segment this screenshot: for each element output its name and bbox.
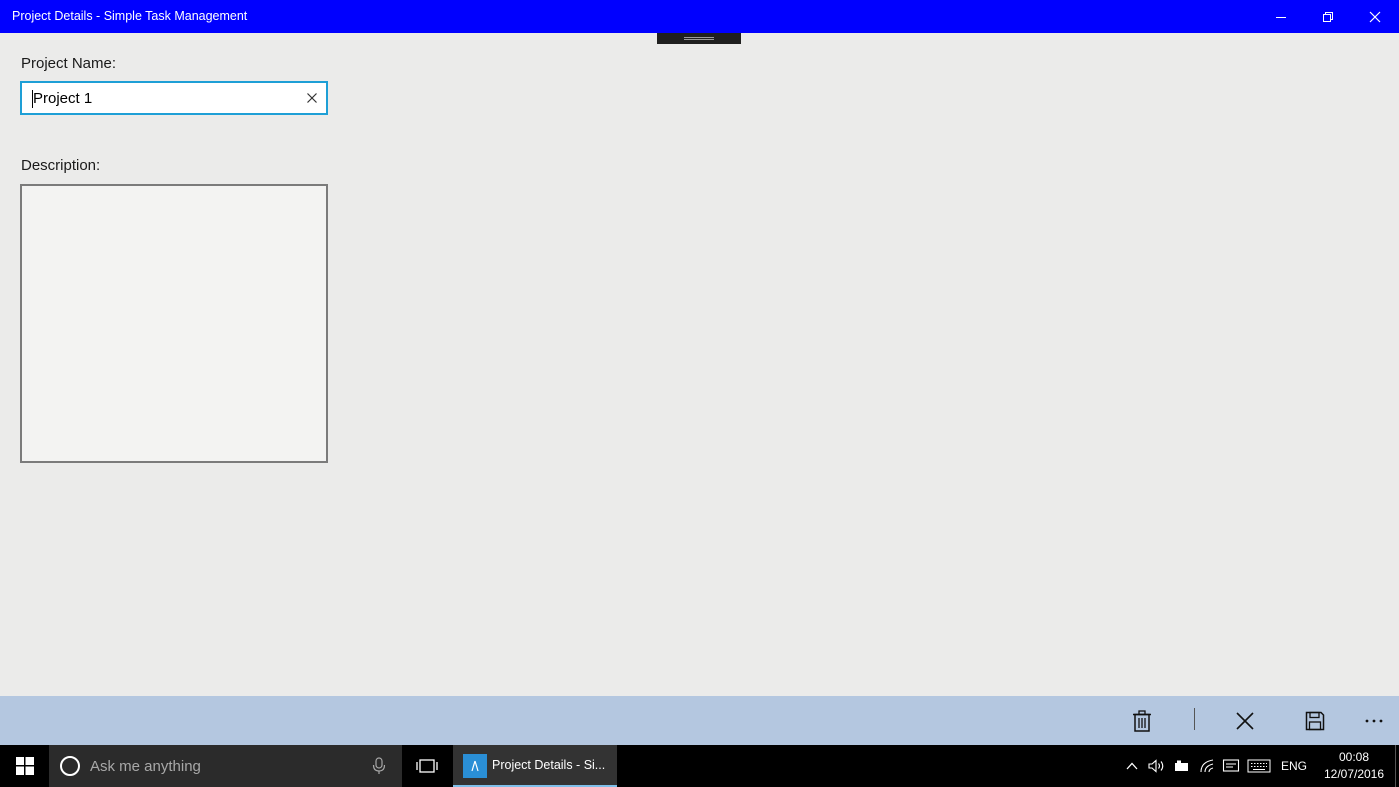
cancel-icon xyxy=(1236,712,1254,730)
clock-time: 00:08 xyxy=(1338,750,1370,764)
search-placeholder: Ask me anything xyxy=(90,758,201,775)
title-bar[interactable]: Project Details - Simple Task Management xyxy=(0,0,1399,33)
wifi-icon xyxy=(1200,759,1214,773)
language-indicator[interactable]: ENG xyxy=(1281,759,1307,773)
notification-icon xyxy=(1222,759,1240,772)
battery-icon xyxy=(1175,760,1188,771)
task-view-button[interactable] xyxy=(405,745,448,787)
description-textarea[interactable] xyxy=(20,184,328,463)
minimize-icon xyxy=(1275,16,1286,18)
clock[interactable]: 00:08 12/07/2016 xyxy=(1316,749,1392,783)
delete-icon xyxy=(1133,710,1151,732)
restore-icon xyxy=(1322,11,1333,22)
minimize-button[interactable] xyxy=(1257,0,1304,33)
grip-icon xyxy=(684,37,714,40)
battery-button[interactable] xyxy=(1172,745,1192,787)
task-view-icon xyxy=(415,759,438,773)
delete-button[interactable] xyxy=(1126,705,1158,737)
close-icon xyxy=(1369,11,1380,22)
save-button[interactable] xyxy=(1299,705,1331,737)
project-name-value[interactable]: Project 1 xyxy=(33,90,92,107)
action-center-button[interactable] xyxy=(1220,745,1242,787)
app-icon xyxy=(463,754,487,778)
chevron-up-icon xyxy=(1126,762,1138,770)
cortana-icon xyxy=(60,756,80,776)
keyboard-icon xyxy=(1247,759,1271,773)
clear-icon xyxy=(307,93,317,103)
show-hidden-icons-button[interactable] xyxy=(1122,745,1142,787)
volume-button[interactable] xyxy=(1146,745,1168,787)
restore-button[interactable] xyxy=(1304,0,1351,33)
speaker-icon xyxy=(1148,759,1164,773)
start-button[interactable] xyxy=(0,745,49,787)
show-desktop-button[interactable] xyxy=(1395,745,1396,787)
search-box[interactable]: Ask me anything xyxy=(49,745,402,787)
window-title: Project Details - Simple Task Management xyxy=(12,9,248,23)
clock-date: 12/07/2016 xyxy=(1323,767,1385,781)
touch-keyboard-button[interactable] xyxy=(1245,745,1273,787)
taskbar: Ask me anything Project Details - Si... xyxy=(0,745,1399,787)
network-button[interactable] xyxy=(1197,745,1219,787)
taskbar-app-project-details[interactable]: Project Details - Si... xyxy=(453,745,617,787)
microphone-icon[interactable] xyxy=(372,757,386,775)
more-button[interactable] xyxy=(1358,705,1390,737)
close-button[interactable] xyxy=(1351,0,1398,33)
cancel-button[interactable] xyxy=(1229,705,1261,737)
text-caret xyxy=(32,90,33,108)
more-icon xyxy=(1365,719,1383,723)
command-bar xyxy=(0,696,1399,745)
drag-handle[interactable] xyxy=(657,33,741,44)
taskbar-app-label: Project Details - Si... xyxy=(492,758,606,772)
project-name-label: Project Name: xyxy=(21,55,117,72)
command-separator xyxy=(1194,708,1195,730)
save-icon xyxy=(1305,711,1325,731)
description-label: Description: xyxy=(21,157,101,174)
windows-logo-icon xyxy=(15,757,34,775)
project-name-input[interactable]: Project 1 xyxy=(20,81,328,115)
clear-text-button[interactable] xyxy=(304,90,320,106)
